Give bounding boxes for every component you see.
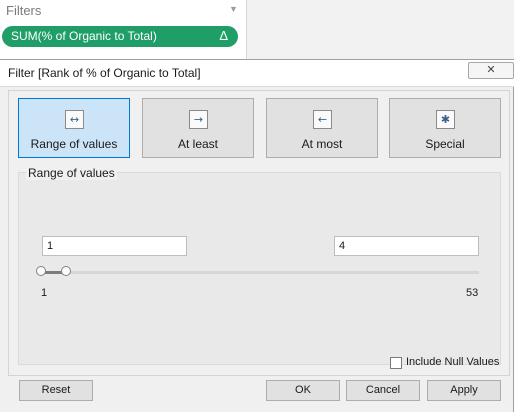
- mode-tab-special[interactable]: ✱ Special: [389, 98, 501, 158]
- range-icon: ↔: [65, 110, 84, 129]
- range-axis-max-label: 53: [466, 287, 479, 299]
- mode-tab-label: At most: [301, 137, 343, 151]
- special-icon: ✱: [436, 110, 455, 129]
- filters-shelf-title: Filters: [6, 3, 42, 18]
- delta-icon: Δ: [219, 28, 228, 43]
- range-of-values-group: [18, 172, 501, 365]
- range-max-input[interactable]: 4: [334, 236, 479, 256]
- range-group-caption: Range of values: [26, 166, 117, 180]
- ok-button[interactable]: OK: [266, 380, 340, 401]
- range-axis-min-label: 1: [41, 287, 48, 299]
- dialog-title: Filter [Rank of % of Organic to Total]: [8, 66, 201, 80]
- filter-pill[interactable]: SUM(% of Organic to Total) Δ: [2, 26, 238, 47]
- mode-tab-label: Range of values: [30, 137, 118, 151]
- mode-tab-label: Special: [425, 137, 465, 151]
- filter-dialog: Filter [Rank of % of Organic to Total] ✕…: [0, 59, 514, 412]
- mode-tab-label: At least: [177, 137, 219, 151]
- include-null-checkbox[interactable]: [390, 357, 402, 369]
- filters-shelf: Filters ▼ SUM(% of Organic to Total) Δ: [0, 0, 247, 60]
- cancel-button[interactable]: Cancel: [346, 380, 420, 401]
- reset-button[interactable]: Reset: [19, 380, 93, 401]
- range-slider-track[interactable]: [41, 271, 479, 274]
- close-button[interactable]: ✕: [468, 62, 514, 79]
- range-min-input[interactable]: 1: [42, 236, 187, 256]
- mode-tab-at-most[interactable]: ← At most: [266, 98, 378, 158]
- mode-tab-at-least[interactable]: → At least: [142, 98, 254, 158]
- apply-button[interactable]: Apply: [427, 380, 501, 401]
- include-null-label: Include Null Values: [406, 356, 500, 368]
- range-slider-min-handle[interactable]: [36, 266, 46, 276]
- at-least-icon: →: [189, 110, 208, 129]
- mode-tab-range-of-values[interactable]: ↔ Range of values: [18, 98, 130, 158]
- at-most-icon: ←: [313, 110, 332, 129]
- filter-pill-label: SUM(% of Organic to Total): [11, 29, 157, 43]
- shelf-menu-arrow-icon[interactable]: ▼: [229, 4, 238, 14]
- close-icon: ✕: [486, 64, 496, 76]
- dialog-titlebar: Filter [Rank of % of Organic to Total] ✕: [0, 60, 514, 87]
